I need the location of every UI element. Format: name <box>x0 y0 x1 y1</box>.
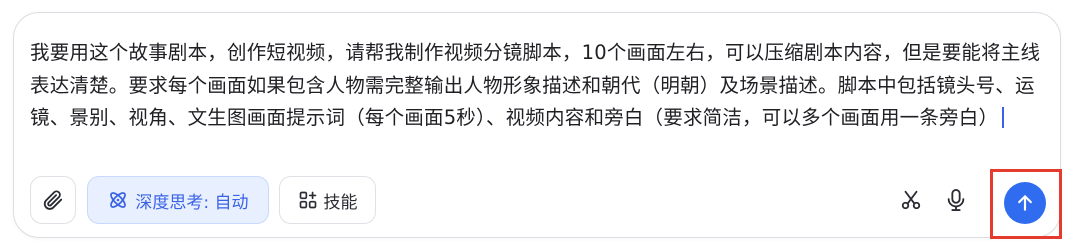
paperclip-icon <box>42 189 64 211</box>
skills-button[interactable]: 技能 <box>279 176 376 224</box>
microphone-button[interactable] <box>944 187 968 213</box>
deep-think-button[interactable]: 深度思考: 自动 <box>87 176 269 224</box>
grid-plus-icon <box>298 190 318 210</box>
atom-icon <box>107 189 129 211</box>
arrow-up-icon <box>1015 193 1035 213</box>
text-caret <box>1002 107 1005 128</box>
deep-think-label: 深度思考: 自动 <box>135 192 249 213</box>
skills-label: 技能 <box>323 192 358 213</box>
prompt-text: 我要用这个故事剧本，创作短视频，请帮我制作视频分镜脚本，10个画面左右，可以压缩… <box>30 41 1041 129</box>
scissors-icon <box>900 189 922 211</box>
microphone-icon <box>945 188 967 212</box>
chat-composer: 我要用这个故事剧本，创作短视频，请帮我制作视频分镜脚本，10个画面左右，可以压缩… <box>13 12 1062 239</box>
send-button[interactable] <box>1004 182 1046 224</box>
scissors-button[interactable] <box>899 188 923 212</box>
prompt-input[interactable]: 我要用这个故事剧本，创作短视频，请帮我制作视频分镜脚本，10个画面左右，可以压缩… <box>30 37 1050 135</box>
attach-button[interactable] <box>30 176 76 224</box>
